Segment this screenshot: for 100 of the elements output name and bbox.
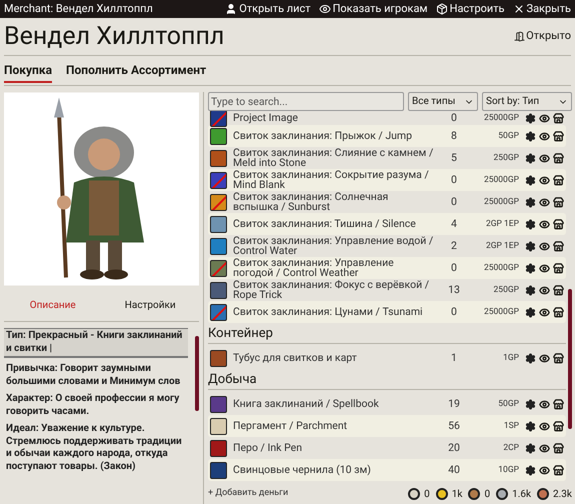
item-quantity: 2 — [450, 238, 458, 254]
eye-icon[interactable] — [539, 306, 550, 318]
settings-icon[interactable] — [525, 218, 536, 230]
item-name: Свиток заклинания: Фокус с верёвкой / Rope Trick — [233, 280, 430, 300]
item-row[interactable]: Тубус для свитков и карт 1 1GP — [208, 347, 566, 369]
store-icon[interactable] — [553, 306, 564, 318]
store-icon[interactable] — [553, 152, 564, 164]
item-price: 250GP — [492, 152, 519, 164]
tab[interactable]: Пополнить Ассортимент — [66, 58, 206, 82]
item-row[interactable]: Свиток заклинания: Управление погодой / Control Weather 0 25000GP — [208, 257, 566, 279]
eye-icon[interactable] — [539, 464, 550, 476]
eye-icon[interactable] — [539, 352, 550, 364]
item-row[interactable]: Свинцовые чернила (10 зм) 40 10GP — [208, 459, 566, 481]
eye-icon[interactable] — [539, 262, 550, 274]
header-action[interactable]: Открыть лист — [225, 0, 311, 18]
eye-icon[interactable] — [539, 112, 550, 124]
eye-icon[interactable] — [539, 152, 550, 164]
eye-icon[interactable] — [539, 174, 550, 186]
tab[interactable]: Покупка — [4, 58, 52, 82]
settings-icon[interactable] — [525, 174, 536, 186]
eye-icon[interactable] — [539, 130, 550, 142]
settings-icon[interactable] — [525, 130, 536, 142]
item-name: Свиток заклинания: Слияние с камнем / Meld into Stone — [233, 148, 434, 168]
scrollbar-thumb[interactable] — [195, 336, 199, 411]
status-text: Открыто — [526, 28, 571, 44]
header-action[interactable]: Настроить — [436, 0, 505, 18]
eye-icon[interactable] — [539, 240, 550, 252]
eye-icon[interactable] — [539, 196, 550, 208]
settings-icon[interactable] — [525, 442, 536, 454]
item-row[interactable]: Свиток заклинания: Тишина / Silence 4 2GP 1EP — [208, 213, 566, 235]
merchant-name: Вендел Хиллтоппл — [4, 20, 226, 53]
store-icon[interactable] — [553, 442, 564, 454]
settings-icon[interactable] — [525, 352, 536, 364]
tab[interactable]: Настройки — [102, 298, 199, 313]
store-icon[interactable] — [553, 240, 564, 252]
item-quantity: 0 — [450, 260, 458, 276]
item-price: 2CP — [502, 442, 519, 454]
store-icon[interactable] — [553, 420, 564, 432]
settings-icon[interactable] — [525, 262, 536, 274]
item-price: 25000GP — [482, 262, 519, 274]
settings-icon[interactable] — [525, 464, 536, 476]
type-dropdown[interactable]: Все типы — [408, 92, 478, 111]
store-icon[interactable] — [553, 352, 564, 364]
settings-icon[interactable] — [525, 398, 536, 410]
item-row[interactable]: Свиток заклинания: Слияние с камнем / Meld into Stone 5 250GP — [208, 147, 566, 169]
item-price: 10GP — [497, 464, 519, 476]
item-row[interactable]: Свиток заклинания: Прыжок / Jump 8 50GP — [208, 125, 566, 147]
settings-icon[interactable] — [525, 196, 536, 208]
store-icon[interactable] — [553, 196, 564, 208]
store-icon[interactable] — [553, 174, 564, 186]
item-row[interactable]: Пергамент / Parchment 56 1SP — [208, 415, 566, 437]
window-title: Merchant: Вендел Хиллтоппл — [4, 0, 154, 17]
item-quantity: 0 — [450, 194, 458, 210]
section-heading: Добыча — [208, 372, 566, 390]
eye-icon[interactable] — [539, 284, 550, 296]
item-row[interactable]: Свиток заклинания: Управление водой / Control Water 2 2GP 1EP — [208, 235, 566, 257]
coin-amount: 0 — [484, 488, 490, 502]
item-row[interactable]: Свиток заклинания: Сокрытие разума / Mind Blank 0 25000GP — [208, 169, 566, 191]
item-name: Пергамент / Parchment — [233, 420, 348, 432]
store-icon[interactable] — [553, 130, 564, 142]
coin-amount: 1.6k — [512, 488, 532, 502]
item-row[interactable]: Перо / Ink Pen 20 2CP — [208, 437, 566, 459]
item-row[interactable]: Свиток заклинания: Фокус с верёвкой / Rope Trick 13 250GP — [208, 279, 566, 301]
eye-icon[interactable] — [539, 398, 550, 410]
settings-icon[interactable] — [525, 152, 536, 164]
store-icon[interactable] — [553, 112, 564, 124]
settings-icon[interactable] — [525, 284, 536, 296]
description-text: Характер: О своей профессии я могу говорить часами. — [5, 393, 180, 418]
item-row[interactable]: Книга заклинаний / Spellbook 19 50GP — [208, 393, 566, 415]
item-row[interactable]: Свиток заклинания: Цунами / Tsunami 0 25000GP — [208, 301, 566, 323]
item-price: 2GP 1EP — [484, 218, 519, 230]
close-icon — [512, 3, 525, 15]
item-price: 50GP — [497, 398, 519, 410]
settings-icon[interactable] — [525, 240, 536, 252]
store-icon[interactable] — [553, 464, 564, 476]
item-name: Тубус для свитков и карт — [233, 352, 358, 364]
store-icon[interactable] — [553, 218, 564, 230]
header-action[interactable]: Закрыть — [512, 0, 571, 18]
item-row[interactable]: Свиток заклинания: Солнечная вспышка / Sunburst 0 25000GP — [208, 191, 566, 213]
header-action[interactable]: Показать игрокам — [318, 0, 428, 18]
tab[interactable]: Описание — [4, 298, 102, 313]
store-icon[interactable] — [553, 262, 564, 274]
eye-icon[interactable] — [539, 442, 550, 454]
add-money-button[interactable]: + Добавить деньги — [208, 487, 408, 501]
item-name: Свиток заклинания: Цунами / Tsunami — [233, 306, 424, 318]
sort-dropdown[interactable]: Sort by: Тип — [482, 92, 572, 111]
eye-icon[interactable] — [539, 420, 550, 432]
item-name: Книга заклинаний / Spellbook — [233, 398, 380, 410]
search-field[interactable]: Type to search... — [208, 92, 404, 111]
box-icon — [436, 3, 448, 15]
settings-icon[interactable] — [525, 306, 536, 318]
item-name: Свиток заклинания: Управление водой / Control Water — [233, 236, 434, 256]
item-price: 2GP 1EP — [484, 240, 519, 252]
scrollbar-thumb[interactable] — [568, 289, 572, 429]
item-name: Свиток заклинания: Управление погодой / Control Weather — [233, 258, 395, 278]
store-icon[interactable] — [553, 398, 564, 410]
store-icon[interactable] — [553, 284, 564, 296]
settings-icon[interactable] — [525, 112, 536, 124]
eye-icon[interactable] — [539, 218, 550, 230]
settings-icon[interactable] — [525, 420, 536, 432]
